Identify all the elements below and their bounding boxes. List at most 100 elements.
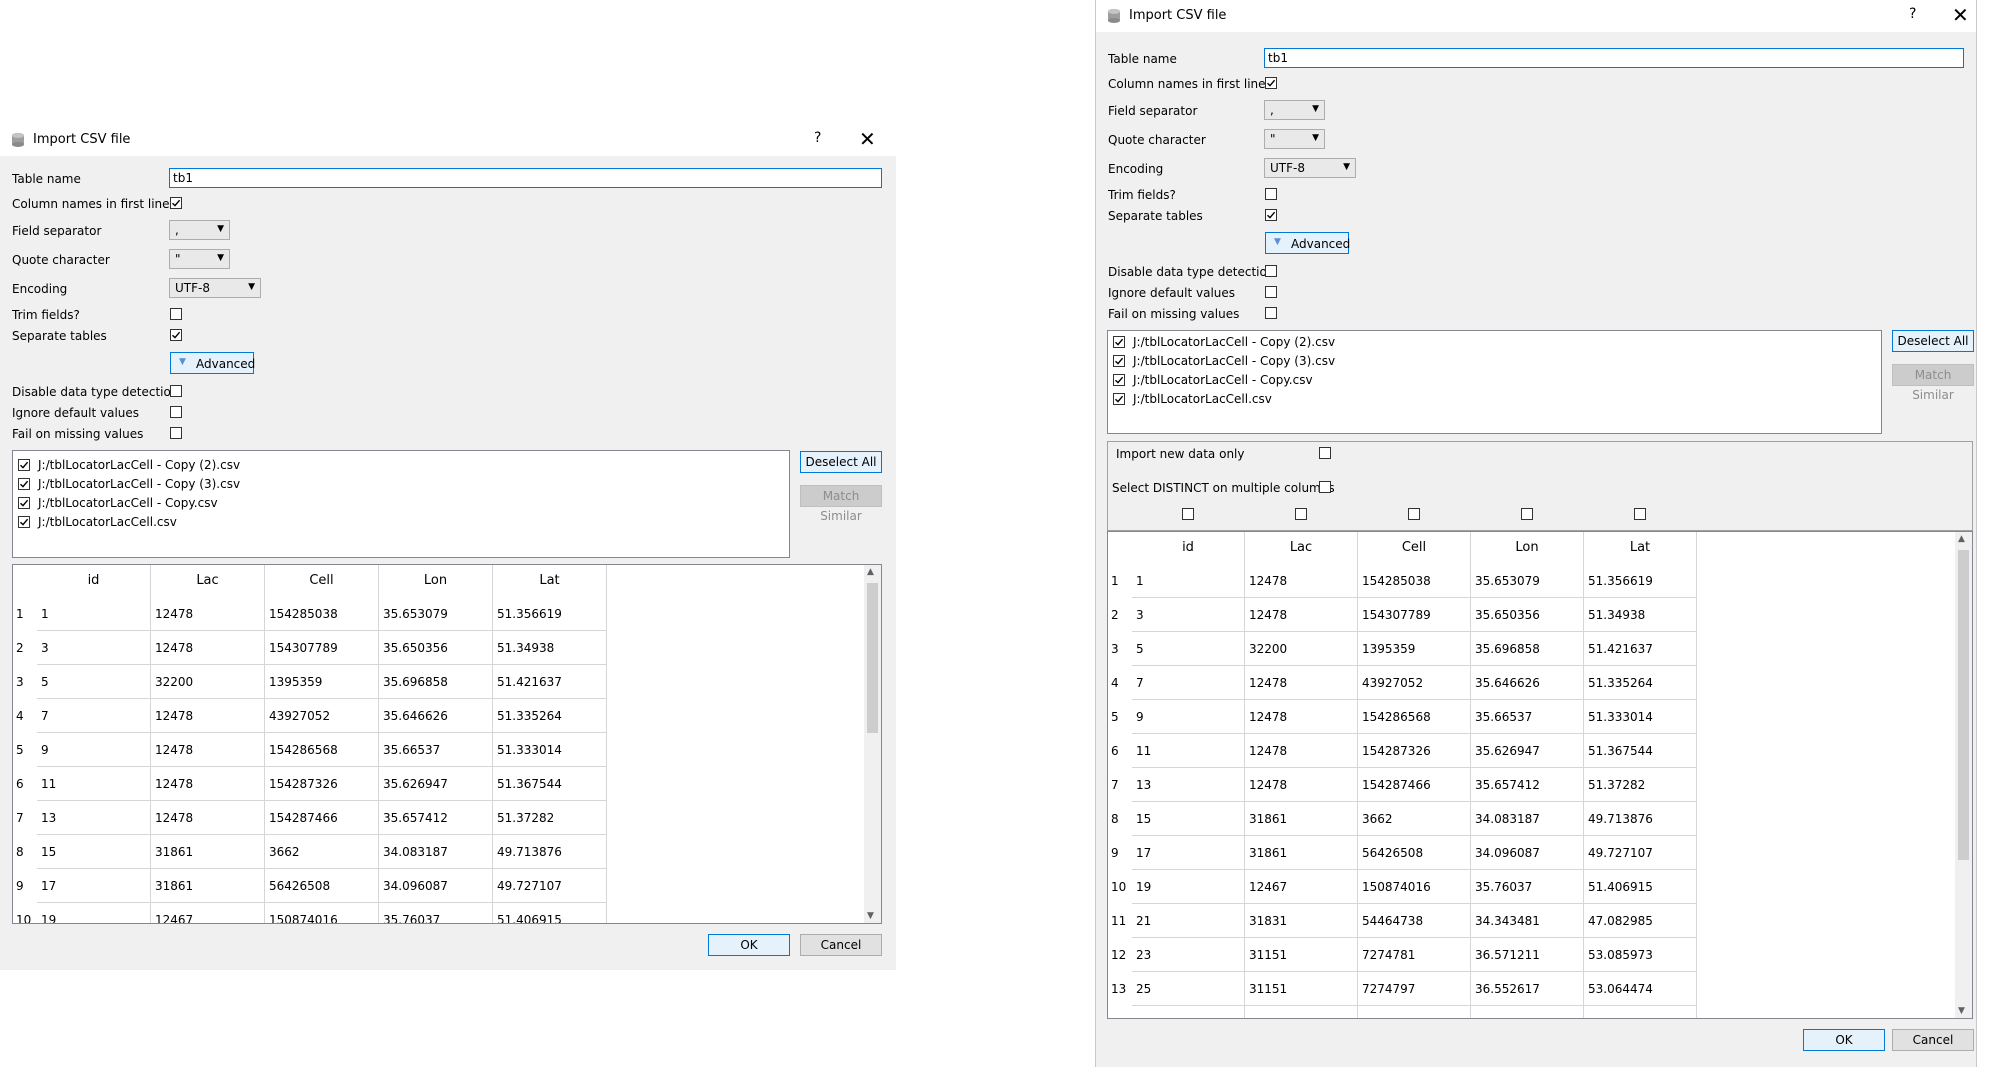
table-cell[interactable]: 11 (1132, 734, 1245, 768)
close-button[interactable]: ✕ (1952, 3, 1969, 27)
column-header-cell[interactable]: Cell (265, 565, 379, 597)
encoding-combo[interactable]: UTF-8 ▼ (169, 278, 261, 298)
table-cell[interactable]: 154307789 (1358, 598, 1471, 632)
table-cell[interactable]: 12478 (1245, 598, 1358, 632)
table-cell[interactable]: 9 (37, 733, 151, 767)
column-header-lac[interactable]: Lac (1245, 532, 1358, 564)
table-cell[interactable]: 56426508 (265, 869, 379, 903)
scroll-up-icon[interactable]: ▲ (1958, 534, 1965, 544)
column-header-lon[interactable]: Lon (1471, 532, 1584, 564)
table-cell[interactable]: 7 (37, 699, 151, 733)
table-cell[interactable]: 34.083187 (379, 835, 493, 869)
table-cell[interactable]: 35.646626 (1471, 666, 1584, 700)
row-header[interactable]: 3 (13, 665, 37, 699)
table-cell[interactable]: 35.696858 (1471, 632, 1584, 666)
table-cell[interactable]: 51.421637 (1584, 632, 1697, 666)
quote-char-combo[interactable]: " ▼ (1264, 129, 1325, 149)
table-cell[interactable]: 35.626947 (1471, 734, 1584, 768)
table-cell[interactable]: 50.279191 (1584, 1006, 1697, 1018)
table-cell[interactable]: 51.335264 (493, 699, 607, 733)
file-checkbox[interactable] (1113, 374, 1125, 386)
col-names-checkbox[interactable] (170, 197, 182, 209)
distinct-cell-checkbox[interactable] (1408, 508, 1420, 520)
row-header[interactable]: 10 (1108, 870, 1132, 904)
column-header-lon[interactable]: Lon (379, 565, 493, 597)
distinct-lon-checkbox[interactable] (1521, 508, 1533, 520)
table-cell[interactable]: 51.34938 (493, 631, 607, 665)
table-cell[interactable]: 12478 (1245, 734, 1358, 768)
table-cell[interactable]: 21 (1132, 904, 1245, 938)
table-cell[interactable]: 11 (37, 767, 151, 801)
row-header[interactable]: 1 (1108, 564, 1132, 598)
column-header-cell[interactable]: Cell (1358, 532, 1471, 564)
file-checkbox[interactable] (18, 478, 30, 490)
row-header[interactable]: 9 (1108, 836, 1132, 870)
table-cell[interactable]: 154287326 (1358, 734, 1471, 768)
table-cell[interactable]: 1395359 (1358, 632, 1471, 666)
deselect-all-button[interactable]: Deselect All (1892, 330, 1974, 352)
table-cell[interactable]: 19 (37, 903, 151, 923)
table-cell[interactable]: 12478 (151, 631, 265, 665)
table-cell[interactable]: 31861 (151, 835, 265, 869)
scroll-down-icon[interactable]: ▼ (867, 911, 874, 921)
table-cell[interactable]: 43927052 (1358, 666, 1471, 700)
table-cell[interactable]: 51.335264 (1584, 666, 1697, 700)
column-header-id[interactable]: id (1132, 532, 1245, 564)
quote-char-combo[interactable]: " ▼ (169, 249, 230, 269)
encoding-combo[interactable]: UTF-8 ▼ (1264, 158, 1356, 178)
table-cell[interactable]: 35.653079 (1471, 564, 1584, 598)
row-header[interactable]: 3 (1108, 632, 1132, 666)
col-names-checkbox[interactable] (1265, 77, 1277, 89)
table-cell[interactable]: 34.083187 (1471, 802, 1584, 836)
help-button[interactable]: ? (1909, 6, 1916, 22)
table-cell[interactable]: 35.650356 (1471, 598, 1584, 632)
ok-button[interactable]: OK (708, 934, 790, 956)
table-cell[interactable]: 51.37282 (493, 801, 607, 835)
table-cell[interactable]: 8585464 (1358, 1006, 1471, 1018)
table-cell[interactable]: 1395359 (265, 665, 379, 699)
table-cell[interactable]: 34.343481 (1471, 904, 1584, 938)
row-header[interactable]: 14 (1108, 1006, 1132, 1018)
file-checkbox[interactable] (18, 516, 30, 528)
table-cell[interactable]: 35.646626 (379, 699, 493, 733)
row-header[interactable]: 2 (1108, 598, 1132, 632)
row-header[interactable]: 5 (13, 733, 37, 767)
trim-checkbox[interactable] (170, 308, 182, 320)
table-cell[interactable]: 150874016 (1358, 870, 1471, 904)
table-name-input[interactable]: tb1 (169, 168, 882, 188)
row-header[interactable]: 5 (1108, 700, 1132, 734)
table-cell[interactable]: 31151 (1245, 972, 1358, 1006)
row-header[interactable]: 7 (13, 801, 37, 835)
table-cell[interactable]: 51.356619 (493, 597, 607, 631)
select-distinct-checkbox[interactable] (1319, 481, 1331, 493)
table-cell[interactable]: 51.421637 (493, 665, 607, 699)
disable-dtd-checkbox[interactable] (170, 385, 182, 397)
distinct-lac-checkbox[interactable] (1295, 508, 1307, 520)
row-header[interactable]: 1 (13, 597, 37, 631)
table-cell[interactable]: 12478 (1245, 700, 1358, 734)
table-cell[interactable]: 53.064474 (1584, 972, 1697, 1006)
table-cell[interactable]: 154285038 (265, 597, 379, 631)
table-cell[interactable]: 12478 (151, 801, 265, 835)
table-cell[interactable]: 154286568 (265, 733, 379, 767)
table-cell[interactable]: 35.657412 (379, 801, 493, 835)
help-button[interactable]: ? (814, 130, 821, 146)
table-cell[interactable]: 1 (37, 597, 151, 631)
table-cell[interactable]: 51.333014 (493, 733, 607, 767)
table-cell[interactable]: 51.367544 (1584, 734, 1697, 768)
row-header[interactable]: 9 (13, 869, 37, 903)
table-cell[interactable]: 15 (1132, 802, 1245, 836)
scroll-thumb[interactable] (867, 583, 878, 733)
import-new-checkbox[interactable] (1319, 447, 1331, 459)
row-header[interactable]: 8 (1108, 802, 1132, 836)
table-cell[interactable]: 47.082985 (1584, 904, 1697, 938)
table-cell[interactable]: 53.085973 (1584, 938, 1697, 972)
column-header-lac[interactable]: Lac (151, 565, 265, 597)
table-cell[interactable]: 12478 (151, 767, 265, 801)
scroll-thumb[interactable] (1958, 550, 1969, 860)
table-cell[interactable]: 154287466 (265, 801, 379, 835)
table-cell[interactable]: 13 (37, 801, 151, 835)
column-header-id[interactable]: id (37, 565, 151, 597)
scroll-up-icon[interactable]: ▲ (867, 567, 874, 577)
table-cell[interactable]: 35.626947 (379, 767, 493, 801)
